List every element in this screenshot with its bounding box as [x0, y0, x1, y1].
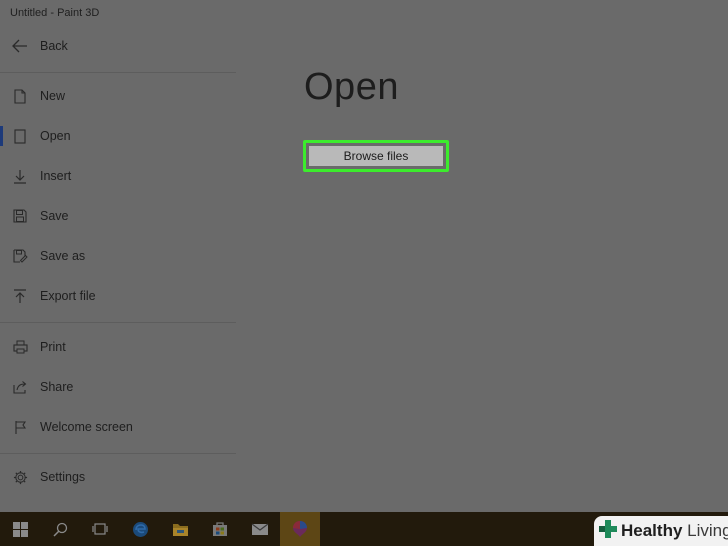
nav-item-export-file[interactable]: Export file	[0, 282, 240, 310]
nav-item-label: Export file	[40, 289, 96, 303]
nav-item-print[interactable]: Print	[0, 333, 240, 361]
edge-icon[interactable]	[120, 512, 160, 546]
file-explorer-icon[interactable]	[160, 512, 200, 546]
browse-files-button[interactable]: Browse files	[309, 146, 443, 166]
nav-item-label: Settings	[40, 470, 86, 484]
nav-item-label: Save as	[40, 249, 86, 263]
mail-icon[interactable]	[240, 512, 280, 546]
browse-highlight: Browse files	[303, 140, 449, 172]
windows-start-icon[interactable]	[0, 512, 40, 546]
open-file-icon	[0, 128, 40, 144]
nav-item-welcome-screen[interactable]: Welcome screen	[0, 413, 240, 441]
new-file-icon	[0, 88, 40, 104]
arrow-left-icon	[0, 39, 40, 53]
share-icon	[0, 380, 40, 394]
nav-item-label: New	[40, 89, 66, 103]
flag-icon	[0, 420, 40, 435]
gear-icon	[0, 470, 40, 485]
nav-item-label: Save	[40, 209, 69, 223]
back-button[interactable]: Back	[0, 32, 240, 60]
watermark-logo: Healthy Living	[594, 516, 728, 546]
insert-icon	[0, 169, 40, 184]
save-icon	[0, 209, 40, 223]
store-icon[interactable]	[200, 512, 240, 546]
page-title: Open	[304, 66, 399, 108]
active-indicator	[0, 126, 3, 146]
nav-item-label: Share	[40, 380, 74, 394]
search-icon[interactable]	[40, 512, 80, 546]
window-title: Untitled - Paint 3D	[10, 7, 100, 19]
nav-item-settings[interactable]: Settings	[0, 463, 240, 491]
nav-item-label: Print	[40, 340, 66, 354]
nav-item-save-as[interactable]: Save as	[0, 242, 240, 270]
paint3d-icon[interactable]	[280, 512, 320, 546]
nav-divider	[0, 453, 236, 454]
nav-item-label: Welcome screen	[40, 420, 133, 434]
plus-icon	[598, 519, 618, 544]
nav-item-save[interactable]: Save	[0, 202, 240, 230]
watermark-text: Healthy Living	[621, 521, 728, 540]
nav-item-open[interactable]: Open	[0, 122, 240, 150]
export-icon	[0, 288, 40, 304]
nav-item-insert[interactable]: Insert	[0, 162, 240, 190]
task-view-icon[interactable]	[80, 512, 120, 546]
save-as-icon	[0, 249, 40, 263]
nav-item-share[interactable]: Share	[0, 373, 240, 401]
print-icon	[0, 340, 40, 354]
nav-item-label: Open	[40, 129, 71, 143]
nav-divider	[0, 322, 236, 323]
nav-divider	[0, 72, 236, 73]
nav-item-new[interactable]: New	[0, 82, 240, 110]
back-label: Back	[40, 39, 68, 53]
nav-item-label: Insert	[40, 169, 72, 183]
